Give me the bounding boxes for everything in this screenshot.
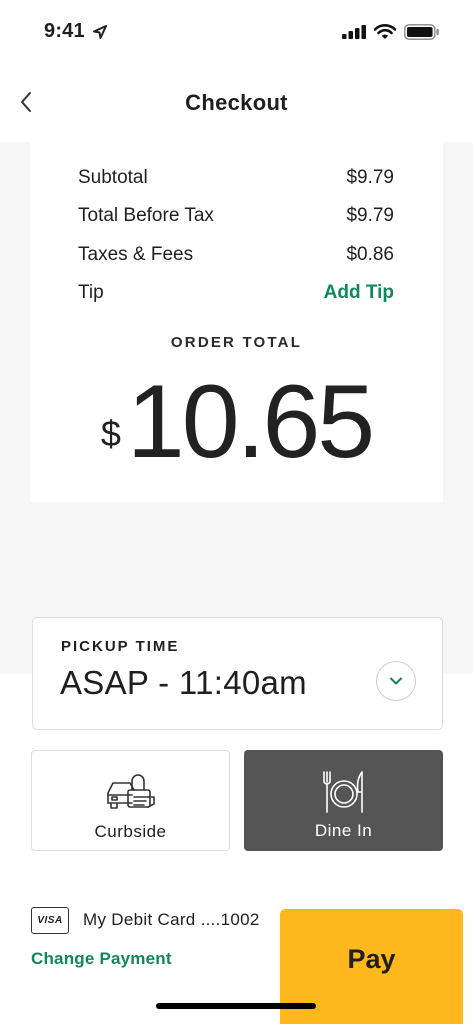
dine-in-label: Dine In	[314, 821, 373, 840]
subtotal-row: Subtotal $9.79	[78, 167, 394, 189]
total-before-tax-amount: $9.79	[346, 205, 394, 226]
total-before-tax-label: Total Before Tax	[78, 205, 214, 226]
order-total-currency: $	[100, 413, 121, 454]
add-tip-link[interactable]: Add Tip	[324, 282, 394, 304]
order-total-value: 10.65	[126, 364, 375, 480]
chevron-down-icon	[390, 677, 402, 685]
subtotal-label: Subtotal	[78, 167, 148, 188]
signal-icon	[342, 25, 368, 44]
payment-card-name: My Debit Card ....1002	[83, 910, 260, 929]
home-indicator	[156, 1003, 316, 1009]
taxes-fees-amount: $0.86	[346, 244, 394, 265]
nav-bar: Checkout	[0, 62, 473, 142]
status-time: 9:41	[44, 20, 85, 42]
pickup-time-selector[interactable]: PICKUP TIME ASAP - 11:40am	[32, 617, 443, 730]
dine-in-button[interactable]: Dine In	[244, 750, 443, 851]
battery-icon	[404, 24, 440, 45]
visa-card-icon: VISA	[31, 907, 69, 934]
order-total-label: ORDER TOTAL	[170, 334, 303, 351]
order-summary-receipt: Subtotal $9.79 Total Before Tax $9.79 Ta…	[30, 142, 443, 502]
pickup-time-dropdown-button[interactable]	[376, 661, 416, 701]
location-arrow-icon	[92, 24, 108, 45]
taxes-fees-label: Taxes & Fees	[78, 244, 194, 265]
dine-in-plate-icon	[322, 771, 363, 813]
taxes-fees-row: Taxes & Fees $0.86	[78, 244, 394, 266]
page-title: Checkout	[185, 90, 288, 115]
curbside-car-icon	[106, 774, 155, 809]
change-payment-link[interactable]: Change Payment	[31, 949, 172, 969]
status-bar: 9:41	[0, 0, 473, 62]
curbside-label: Curbside	[94, 822, 167, 841]
tip-label: Tip	[78, 282, 104, 303]
subtotal-amount: $9.79	[346, 167, 394, 188]
total-before-tax-row: Total Before Tax $9.79	[78, 205, 394, 227]
pickup-time-label: PICKUP TIME	[61, 638, 180, 655]
pickup-time-value: ASAP - 11:40am	[60, 664, 307, 701]
order-total-amount: $10.65	[30, 367, 443, 477]
curbside-button[interactable]: Curbside	[31, 750, 230, 851]
wifi-icon	[373, 24, 397, 45]
tip-row: Tip Add Tip	[78, 282, 394, 304]
receipt-torn-edge	[30, 488, 443, 502]
